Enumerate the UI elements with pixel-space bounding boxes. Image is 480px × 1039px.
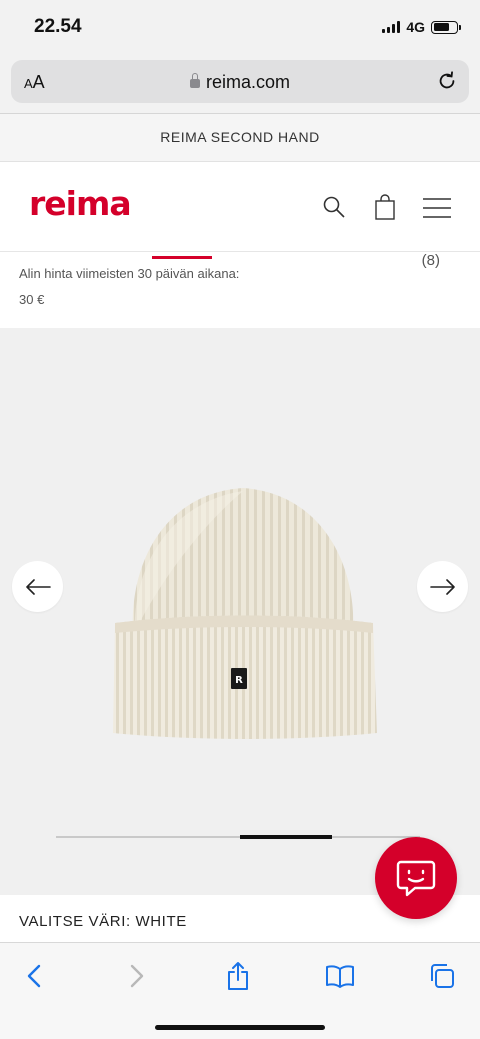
- reviews-count[interactable]: (8): [422, 252, 440, 269]
- chat-icon: [396, 860, 436, 897]
- site-header: reima: [0, 162, 480, 252]
- search-icon[interactable]: [322, 195, 346, 219]
- gallery-progress-track: [56, 836, 420, 838]
- tabs-icon: [431, 964, 454, 988]
- gallery-next-button[interactable]: [417, 561, 468, 612]
- tabs-button[interactable]: [427, 961, 457, 991]
- lowest-price-label: Alin hinta viimeisten 30 päivän aikana:: [19, 266, 240, 281]
- active-tab-indicator: [152, 256, 212, 259]
- forward-button[interactable]: [122, 961, 152, 991]
- forward-icon: [130, 964, 144, 988]
- url-bar[interactable]: AA reima.com: [11, 60, 469, 103]
- second-hand-banner[interactable]: REIMA SECOND HAND: [0, 114, 480, 162]
- arrow-right-icon: [429, 578, 455, 595]
- browser-toolbar: [0, 942, 480, 1039]
- status-time: 22.54: [34, 16, 82, 37]
- svg-text:R: R: [235, 675, 243, 686]
- share-button[interactable]: [223, 961, 253, 991]
- lowest-price-value: 30 €: [19, 292, 45, 307]
- gallery-progress-thumb: [240, 835, 332, 839]
- arrow-left-icon: [25, 578, 51, 595]
- back-button[interactable]: [19, 961, 49, 991]
- home-indicator: [155, 1025, 325, 1030]
- gallery-prev-button[interactable]: [12, 561, 63, 612]
- battery-icon: [431, 20, 461, 34]
- price-info: (8) Alin hinta viimeisten 30 päivän aika…: [0, 252, 480, 328]
- signal-icon: [382, 21, 401, 33]
- url-text: reima.com: [205, 72, 290, 92]
- bookmarks-icon: [326, 965, 354, 988]
- chat-button[interactable]: [375, 837, 457, 919]
- color-select-label: VALITSE VÄRI: WHITE: [19, 913, 187, 930]
- share-icon: [228, 962, 248, 990]
- status-bar: 22.54 4G: [0, 0, 480, 56]
- shopping-bag-icon[interactable]: [374, 194, 396, 220]
- product-image-beanie[interactable]: R: [105, 483, 380, 753]
- status-indicators: 4G: [382, 19, 461, 35]
- browser-address-area: AA reima.com: [0, 56, 480, 114]
- product-gallery[interactable]: R: [0, 328, 480, 895]
- url-display[interactable]: reima.com: [11, 72, 469, 93]
- reload-icon[interactable]: [436, 70, 458, 92]
- lock-icon: [189, 73, 200, 88]
- bookmarks-button[interactable]: [325, 961, 355, 991]
- reima-logo[interactable]: reima: [29, 184, 132, 223]
- menu-icon[interactable]: [422, 197, 452, 219]
- network-type: 4G: [406, 19, 425, 35]
- back-icon: [27, 964, 41, 988]
